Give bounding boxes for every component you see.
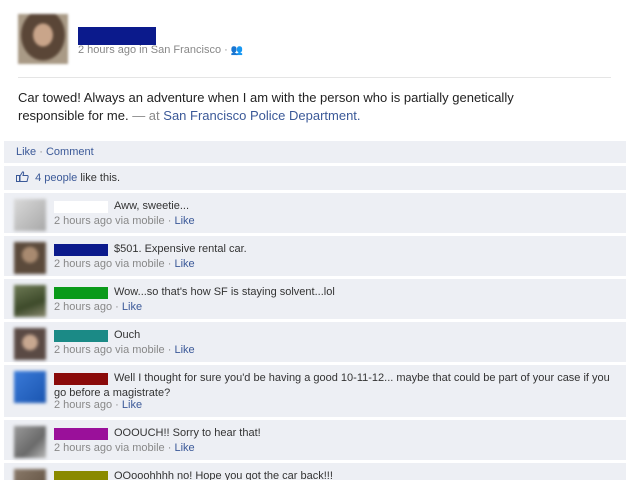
commenter-avatar[interactable] <box>14 285 46 317</box>
comment-timestamp[interactable]: 2 hours ago via mobile <box>54 258 165 270</box>
comment-like-link[interactable]: Like <box>174 344 194 356</box>
comment-meta: 2 hours ago via mobile · Like <box>54 442 195 454</box>
comment-link[interactable]: Comment <box>46 146 94 158</box>
post-text: Car towed! Always an adventure when I am… <box>18 89 578 125</box>
comment-like-link[interactable]: Like <box>174 258 194 270</box>
commenter-avatar[interactable] <box>14 426 46 458</box>
comment-meta-separator: · <box>167 442 172 454</box>
comment-like-link[interactable]: Like <box>122 399 142 411</box>
comment-timestamp[interactable]: 2 hours ago via mobile <box>54 442 165 454</box>
commenter-avatar[interactable] <box>14 371 46 403</box>
like-link[interactable]: Like <box>16 146 36 158</box>
comment-like-link[interactable]: Like <box>122 301 142 313</box>
comment-text: Aww, sweetie... <box>114 200 189 212</box>
comment-meta: 2 hours ago via mobile · Like <box>54 215 195 227</box>
location-prefix: — at <box>132 108 160 123</box>
comment-meta: 2 hours ago via mobile · Like <box>54 258 195 270</box>
author-name-redacted[interactable] <box>78 27 156 45</box>
post-meta: 2 hours ago in San Francisco · 👥 <box>78 44 243 56</box>
comment-text: Ouch <box>114 329 141 341</box>
comment-text: Well I thought for sure you'd be having … <box>54 372 610 399</box>
comment-meta-separator: · <box>115 301 119 313</box>
comment-text: $501. Expensive rental car. <box>114 243 247 255</box>
commenter-avatar[interactable] <box>14 199 46 231</box>
comment-item: $501. Expensive rental car. 2 hours ago … <box>4 236 626 276</box>
comment-meta: 2 hours ago · Like <box>54 399 142 411</box>
comment-meta-separator: · <box>115 399 119 411</box>
actions-separator: · <box>39 146 43 158</box>
commenter-avatar[interactable] <box>14 469 46 480</box>
comment-item: OOooohhhh no! Hope you got the car back!… <box>4 463 626 480</box>
commenter-avatar[interactable] <box>14 242 46 274</box>
comment-item: Ouch 2 hours ago via mobile · Like <box>4 322 626 362</box>
likes-suffix: like this. <box>80 172 121 184</box>
comment-timestamp[interactable]: 2 hours ago <box>54 399 112 411</box>
comment-text: Wow...so that's how SF is staying solven… <box>114 286 335 298</box>
comment-timestamp[interactable]: 2 hours ago via mobile <box>54 215 165 227</box>
comment-like-link[interactable]: Like <box>174 215 194 227</box>
comment-timestamp[interactable]: 2 hours ago via mobile <box>54 344 165 356</box>
comment-meta-separator: · <box>167 215 172 227</box>
comment-item: Well I thought for sure you'd be having … <box>4 365 626 417</box>
comment-meta-separator: · <box>167 344 172 356</box>
post-actions-bar: Like · Comment <box>4 141 626 163</box>
comment-meta: 2 hours ago via mobile · Like <box>54 344 195 356</box>
thumbs-up-icon <box>16 171 29 182</box>
comment-like-link[interactable]: Like <box>174 442 194 454</box>
comment-meta: 2 hours ago · Like <box>54 301 142 313</box>
post-timestamp[interactable]: 2 hours ago in San Francisco · <box>78 44 228 56</box>
header-divider <box>18 77 611 78</box>
likes-count-link[interactable]: 4 people <box>35 172 77 184</box>
comment-text: OOOUCH!! Sorry to hear that! <box>114 427 261 439</box>
comment-meta-separator: · <box>167 258 172 270</box>
location-link[interactable]: San Francisco Police Department. <box>163 108 360 123</box>
comment-timestamp[interactable]: 2 hours ago <box>54 301 112 313</box>
comment-text: OOooohhhh no! Hope you got the car back!… <box>114 470 333 480</box>
comment-item: Wow...so that's how SF is staying solven… <box>4 279 626 319</box>
likes-summary: 4 people like this. <box>4 166 626 190</box>
friends-icon[interactable]: 👥 <box>231 45 243 56</box>
author-avatar[interactable] <box>18 14 68 64</box>
comment-item: Aww, sweetie... 2 hours ago via mobile ·… <box>4 193 626 233</box>
comment-item: OOOUCH!! Sorry to hear that! 2 hours ago… <box>4 420 626 460</box>
commenter-avatar[interactable] <box>14 328 46 360</box>
